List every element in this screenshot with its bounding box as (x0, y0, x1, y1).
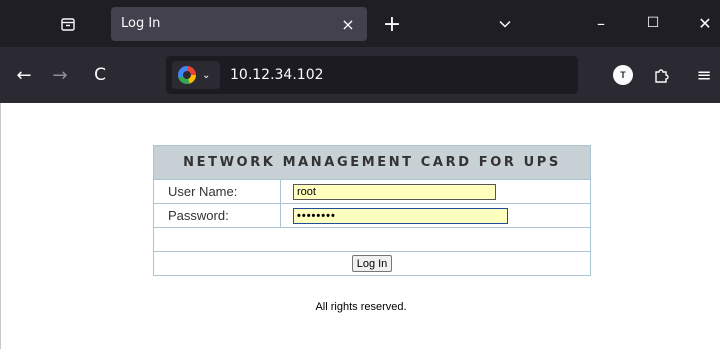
app-menu-button[interactable]: ≡ (690, 61, 718, 89)
tab-log-in[interactable]: Log In × (111, 7, 367, 41)
form-title: NETWORK MANAGEMENT CARD FOR UPS (153, 145, 591, 180)
maximize-button[interactable]: ☐ (638, 8, 668, 38)
tab-close-icon[interactable]: × (339, 15, 357, 34)
google-icon (178, 66, 196, 84)
reload-button[interactable]: C (86, 61, 114, 89)
tab-list-button[interactable] (48, 8, 88, 40)
search-engine-button[interactable]: ⌄ (172, 61, 220, 89)
minimize-button[interactable]: – (586, 8, 616, 38)
chevron-down-icon (499, 20, 511, 28)
login-form: NETWORK MANAGEMENT CARD FOR UPS User Nam… (153, 145, 591, 276)
chevron-down-icon: ⌄ (202, 69, 211, 81)
spacer-row (153, 227, 591, 252)
puzzle-icon (655, 69, 669, 83)
url-bar[interactable]: ⌄ 10.12.34.102 (166, 56, 578, 94)
username-label: User Name: (153, 179, 281, 204)
password-label: Password: (153, 203, 281, 228)
tab-title: Log In (121, 16, 161, 31)
tab-list-icon (61, 18, 75, 31)
close-window-button[interactable]: ✕ (690, 8, 720, 38)
back-button[interactable]: ← (10, 61, 38, 89)
log-in-button[interactable]: Log In (351, 255, 393, 273)
account-avatar[interactable]: T (613, 65, 633, 85)
forward-button[interactable]: → (46, 61, 74, 89)
new-tab-button[interactable]: + (378, 10, 406, 38)
navigation-toolbar: ← → C ⌄ 10.12.34.102 T ≡ (0, 47, 720, 103)
username-field[interactable] (293, 184, 496, 200)
footer-text: All rights reserved. (315, 301, 407, 313)
list-tabs-button[interactable] (493, 12, 517, 36)
page-content: NETWORK MANAGEMENT CARD FOR UPS User Nam… (0, 103, 720, 349)
tab-bar: Log In × + – ☐ ✕ (0, 0, 720, 47)
password-field[interactable] (293, 208, 508, 224)
extensions-button[interactable] (648, 61, 676, 89)
url-text[interactable]: 10.12.34.102 (230, 67, 324, 83)
